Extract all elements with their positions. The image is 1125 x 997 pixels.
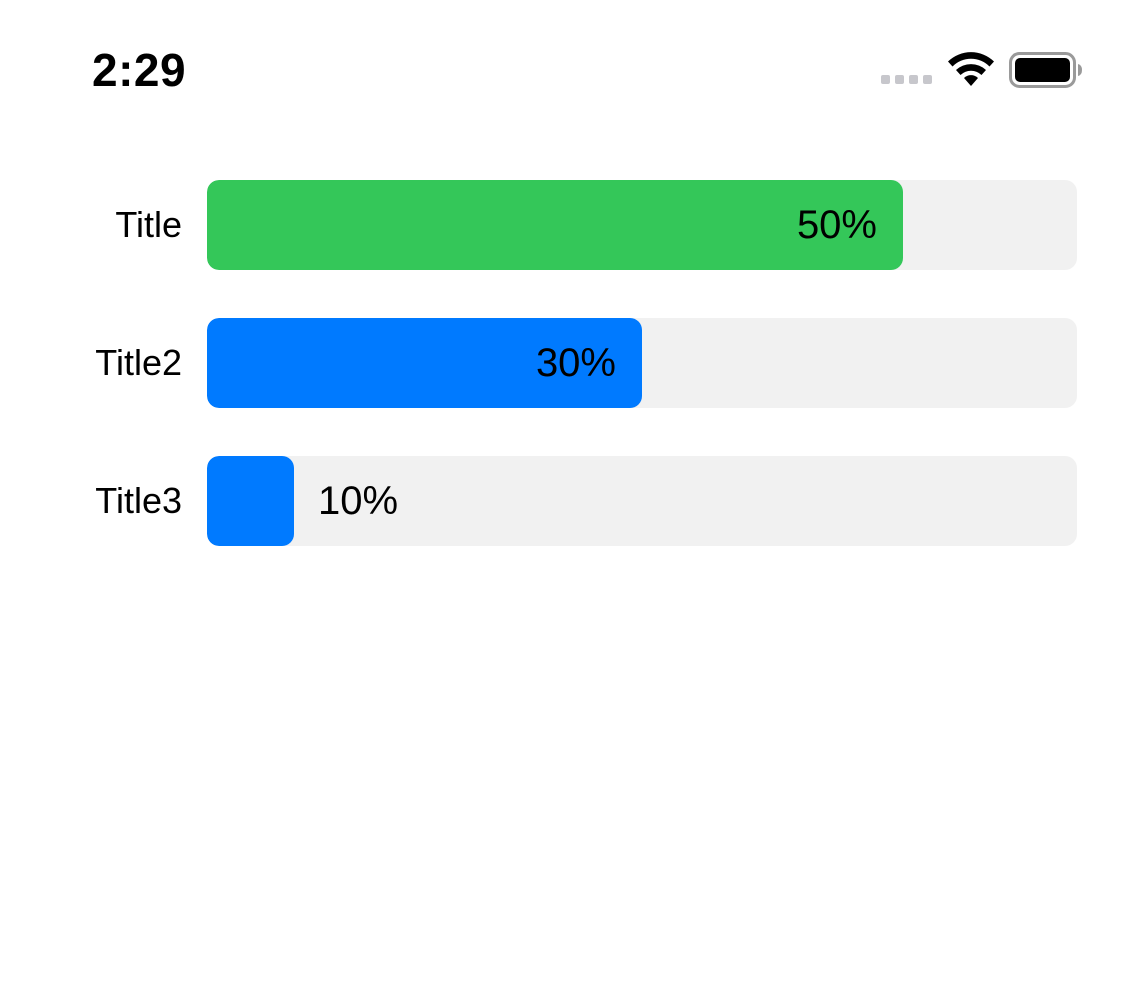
progress-row: Title 50%: [0, 180, 1125, 270]
progress-fill: [207, 456, 294, 546]
progress-row: Title3 10%: [0, 456, 1125, 546]
wifi-icon: [948, 52, 994, 86]
progress-track: 30%: [207, 318, 1077, 408]
progress-percent-label: 10%: [318, 479, 399, 523]
signal-dot: [923, 75, 932, 84]
progress-row-title: Title2: [95, 342, 182, 383]
signal-dot: [881, 75, 890, 84]
progress-percent-label: 30%: [535, 341, 616, 385]
progress-row: Title2 30%: [0, 318, 1125, 408]
progress-track: 50%: [207, 180, 1077, 270]
signal-dot: [895, 75, 904, 84]
progress-row-title: Title3: [95, 480, 182, 521]
battery-icon: [1009, 52, 1082, 88]
progress-track: 10%: [207, 456, 1077, 546]
status-time: 2:29: [92, 44, 187, 96]
signal-dot: [909, 75, 918, 84]
status-bar: 2:29: [0, 0, 1125, 130]
progress-percent-label: 50%: [796, 203, 877, 247]
cellular-signal-icon: [881, 75, 937, 87]
progress-row-title: Title: [115, 204, 182, 245]
